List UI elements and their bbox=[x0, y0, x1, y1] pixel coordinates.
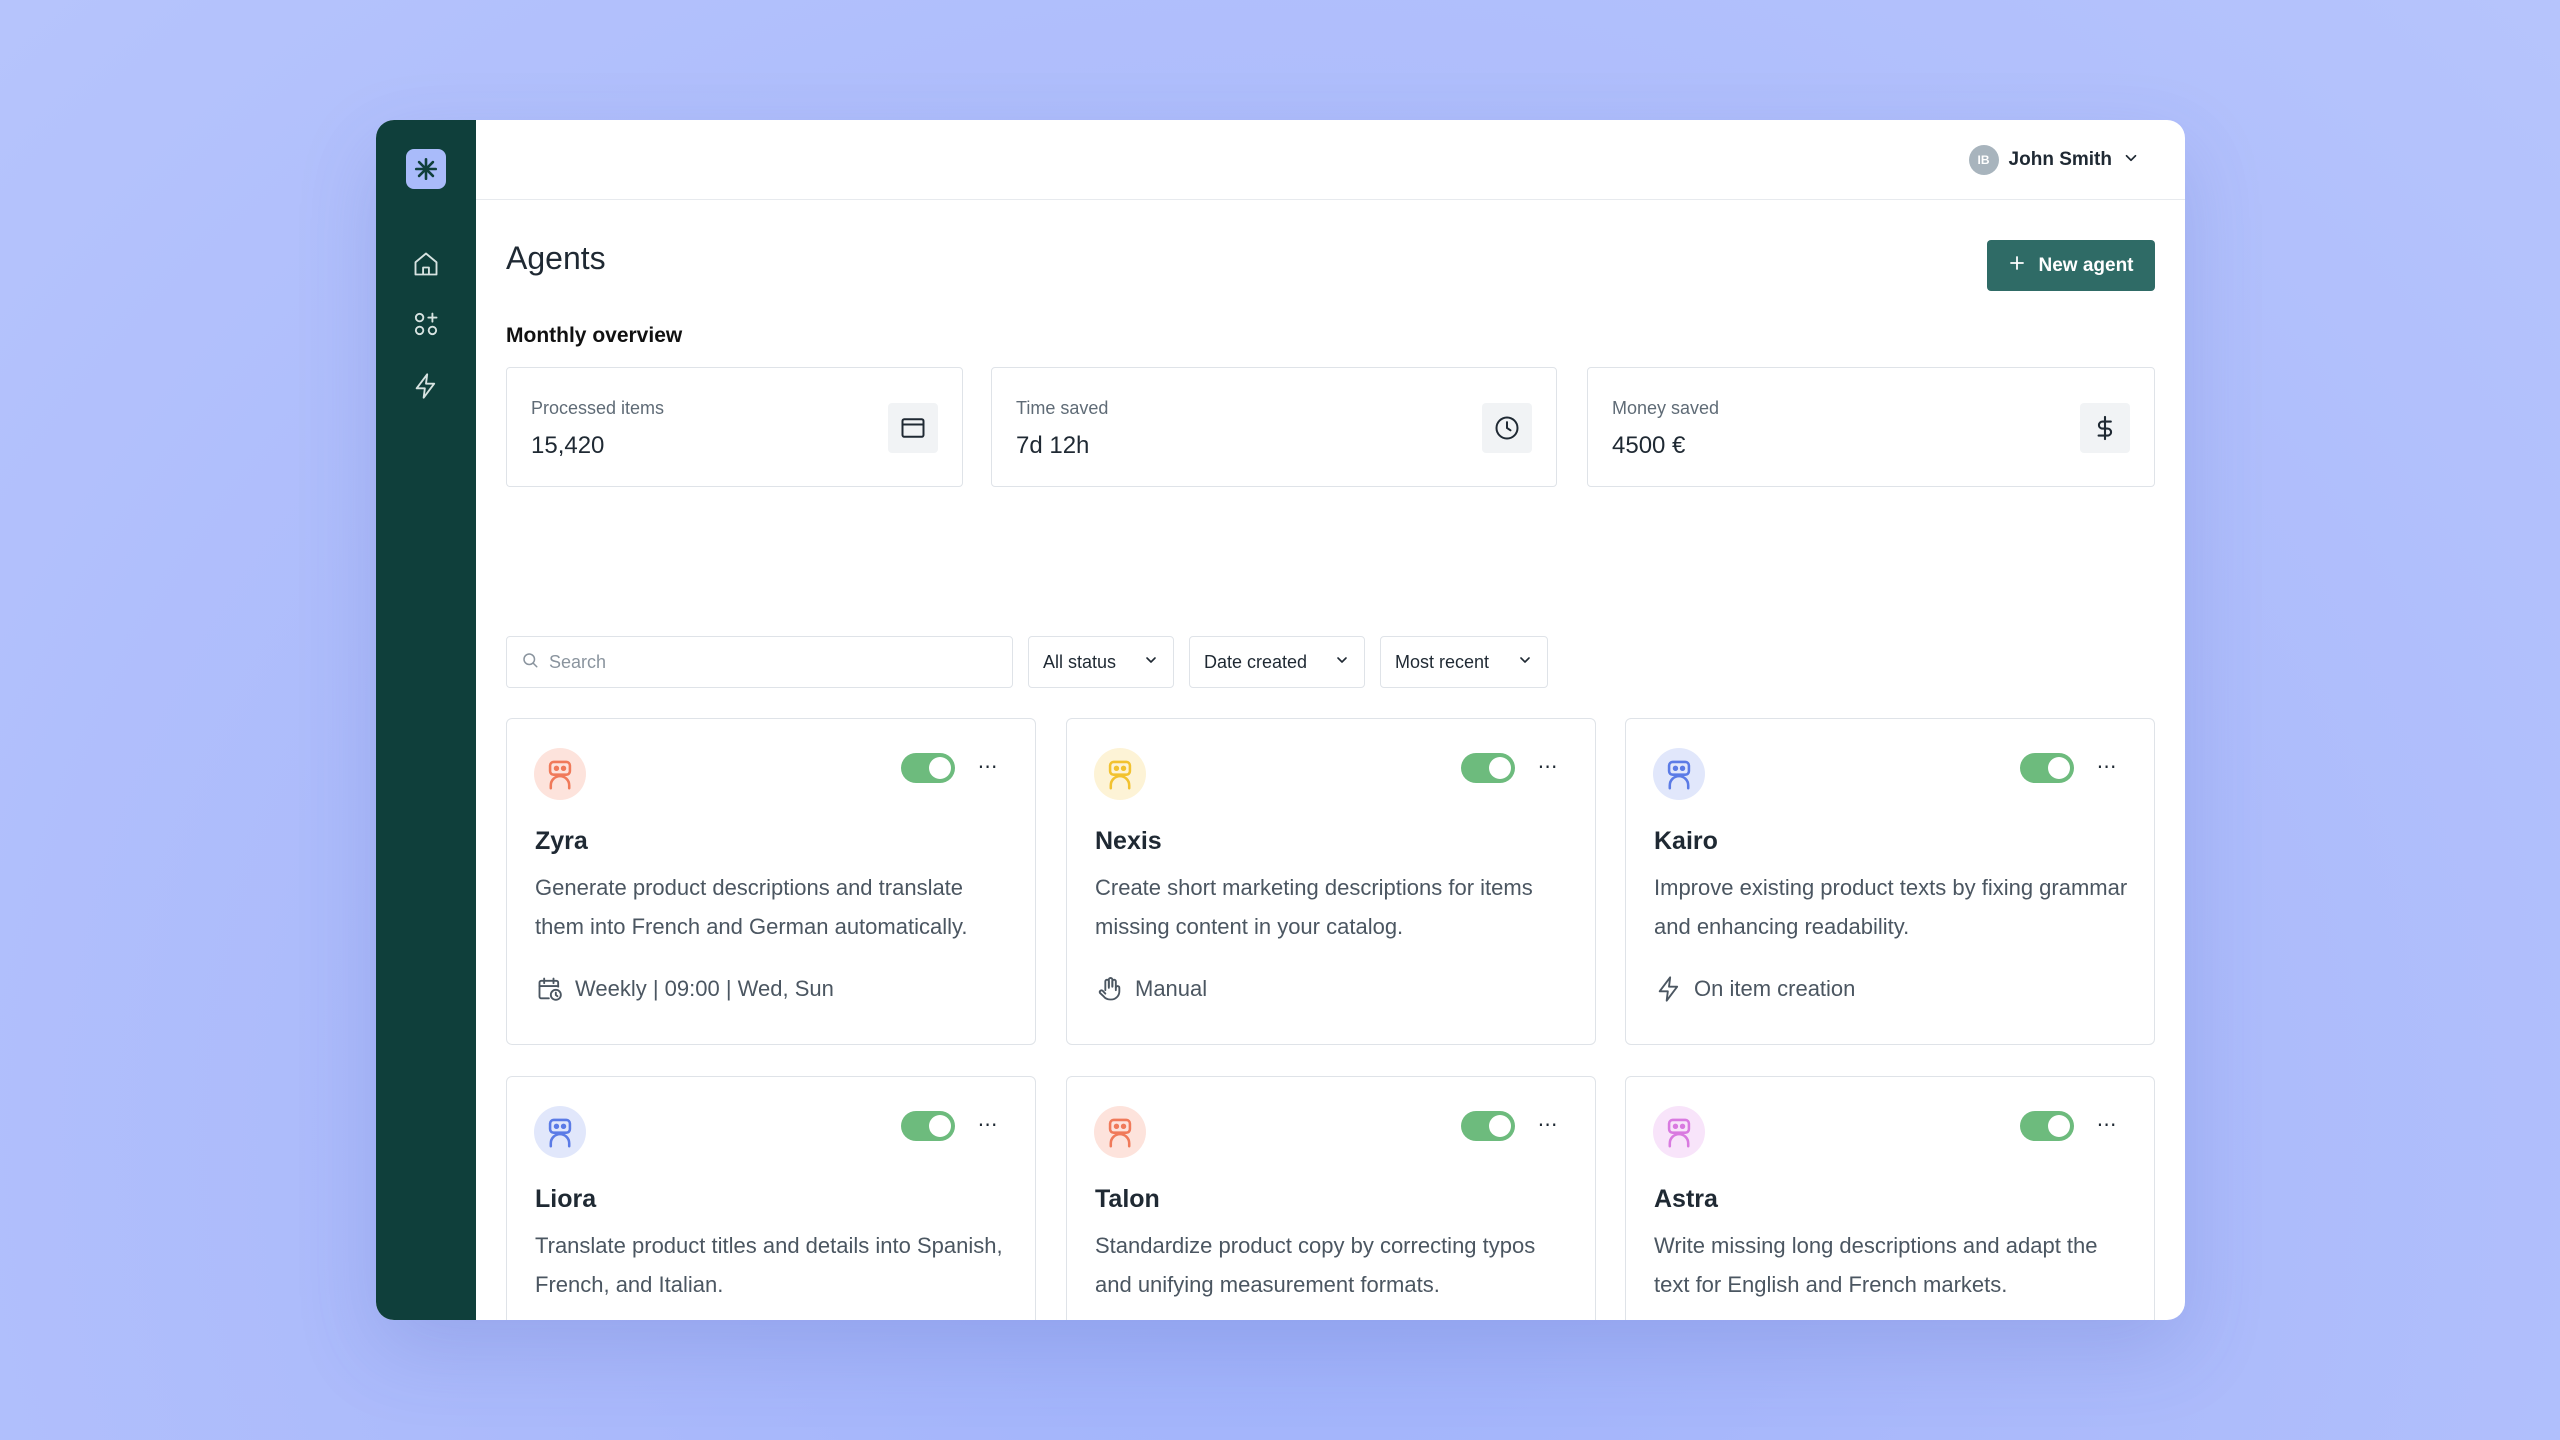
robot-icon bbox=[1653, 1106, 1705, 1158]
overview-title: Monthly overview bbox=[506, 324, 683, 347]
asterisk-logo[interactable] bbox=[406, 149, 446, 189]
more-options-icon[interactable]: ⋯ bbox=[1533, 1109, 1563, 1139]
app-window: IB John Smith Agents New agent Monthly o… bbox=[376, 120, 2185, 1320]
agent-enabled-toggle[interactable] bbox=[2020, 753, 2074, 783]
robot-icon bbox=[534, 1106, 586, 1158]
stat-card-money-saved: Money saved 4500 € bbox=[1587, 367, 2155, 487]
stat-card-time-saved: Time saved 7d 12h bbox=[991, 367, 1557, 487]
date-filter[interactable]: Date created bbox=[1189, 636, 1365, 688]
agent-description: Standardize product copy by correcting t… bbox=[1095, 1233, 1536, 1297]
page-title: Agents bbox=[506, 240, 606, 276]
agent-card[interactable]: ⋯ Kairo Improve existing product texts by … bbox=[1625, 718, 2155, 1045]
stat-value: 15,420 bbox=[531, 432, 605, 459]
chevron-down-icon bbox=[1517, 652, 1533, 673]
chevron-down-icon bbox=[2122, 149, 2140, 172]
top-bar: IB John Smith bbox=[476, 120, 2185, 200]
more-options-icon[interactable]: ⋯ bbox=[2092, 751, 2122, 781]
stat-label: Processed items bbox=[531, 398, 665, 418]
stat-value: 4500 € bbox=[1612, 432, 1686, 459]
search-input[interactable] bbox=[549, 651, 989, 673]
robot-icon bbox=[1094, 748, 1146, 800]
status-filter[interactable]: All status bbox=[1028, 636, 1174, 688]
chevron-down-icon bbox=[1143, 652, 1159, 673]
agent-name: Nexis bbox=[1095, 827, 1162, 855]
sort-filter-label: Most recent bbox=[1395, 651, 1490, 672]
date-filter-label: Date created bbox=[1204, 651, 1308, 672]
agent-card[interactable]: ⋯ Talon Standardize product copy by correc… bbox=[1066, 1076, 1596, 1320]
status-filter-label: All status bbox=[1043, 651, 1117, 672]
more-options-icon[interactable]: ⋯ bbox=[973, 751, 1003, 781]
agent-name: Astra bbox=[1654, 1185, 1718, 1213]
agent-name: Zyra bbox=[535, 827, 588, 855]
plus-icon bbox=[2008, 254, 2026, 278]
search-icon bbox=[521, 651, 539, 674]
agent-trigger-label: On item creation bbox=[1694, 976, 1856, 1001]
agent-trigger: Manual bbox=[1095, 973, 1207, 1005]
robot-icon bbox=[534, 748, 586, 800]
agent-description: Generate product descriptions and transl… bbox=[535, 875, 968, 939]
avatar: IB bbox=[1968, 145, 1999, 175]
more-options-icon[interactable]: ⋯ bbox=[2092, 1109, 2122, 1139]
agent-description: Write missing long descriptions and adap… bbox=[1654, 1233, 2098, 1297]
agent-trigger: Weekly | 09:00 | Wed, Sun bbox=[535, 973, 834, 1005]
agent-enabled-toggle[interactable] bbox=[1461, 753, 1515, 783]
agent-name: Kairo bbox=[1654, 827, 1718, 855]
agent-enabled-toggle[interactable] bbox=[901, 753, 955, 783]
agent-card[interactable]: ⋯ Nexis Create short marketing description… bbox=[1066, 718, 1596, 1045]
agent-card[interactable]: ⋯ Astra Write missing long descriptions an… bbox=[1625, 1076, 2155, 1320]
new-agent-button[interactable]: New agent bbox=[1987, 240, 2155, 291]
agent-card[interactable]: ⋯ Liora Translate product titles and deta… bbox=[506, 1076, 1036, 1320]
dollar-icon bbox=[2080, 403, 2130, 453]
user-name: John Smith bbox=[2008, 149, 2112, 170]
agent-description: Translate product titles and details int… bbox=[535, 1233, 1003, 1297]
stat-card-processed-items: Processed items 15,420 bbox=[506, 367, 963, 487]
agent-card[interactable]: ⋯ Zyra Generate product descriptions and t… bbox=[506, 718, 1036, 1045]
agent-trigger: On item creation bbox=[1654, 973, 1855, 1005]
main-content: Agents New agent Monthly overview Proces… bbox=[506, 200, 2155, 1320]
agent-description: Create short marketing descriptions for … bbox=[1095, 875, 1533, 939]
user-menu[interactable]: IB John Smith bbox=[1968, 144, 2140, 176]
robot-icon bbox=[1653, 748, 1705, 800]
apps-add-icon[interactable] bbox=[410, 308, 442, 340]
agent-enabled-toggle[interactable] bbox=[2020, 1111, 2074, 1141]
lightning-icon bbox=[1654, 974, 1684, 1004]
robot-icon bbox=[1094, 1106, 1146, 1158]
more-options-icon[interactable]: ⋯ bbox=[973, 1109, 1003, 1139]
agent-trigger-label: Manual bbox=[1135, 976, 1208, 1001]
sidebar bbox=[376, 120, 476, 1320]
hand-icon bbox=[1095, 974, 1125, 1004]
agent-enabled-toggle[interactable] bbox=[1461, 1111, 1515, 1141]
new-agent-label: New agent bbox=[2038, 254, 2134, 276]
agent-name: Talon bbox=[1095, 1185, 1160, 1213]
stat-value: 7d 12h bbox=[1016, 432, 1090, 459]
agent-trigger-label: Weekly | 09:00 | Wed, Sun bbox=[575, 976, 834, 1001]
agent-enabled-toggle[interactable] bbox=[901, 1111, 955, 1141]
calendar-clock-icon bbox=[535, 974, 565, 1004]
clock-icon bbox=[1482, 403, 1532, 453]
lightning-icon[interactable] bbox=[410, 370, 442, 402]
home-icon[interactable] bbox=[410, 248, 442, 280]
stat-label: Money saved bbox=[1612, 398, 1720, 418]
browser-window-icon bbox=[888, 403, 938, 453]
stat-label: Time saved bbox=[1016, 398, 1109, 418]
more-options-icon[interactable]: ⋯ bbox=[1533, 751, 1563, 781]
agent-name: Liora bbox=[535, 1185, 597, 1213]
search-box[interactable] bbox=[506, 636, 1013, 688]
sort-filter[interactable]: Most recent bbox=[1380, 636, 1548, 688]
chevron-down-icon bbox=[1334, 652, 1350, 673]
agent-description: Improve existing product texts by fixing… bbox=[1654, 875, 2128, 939]
